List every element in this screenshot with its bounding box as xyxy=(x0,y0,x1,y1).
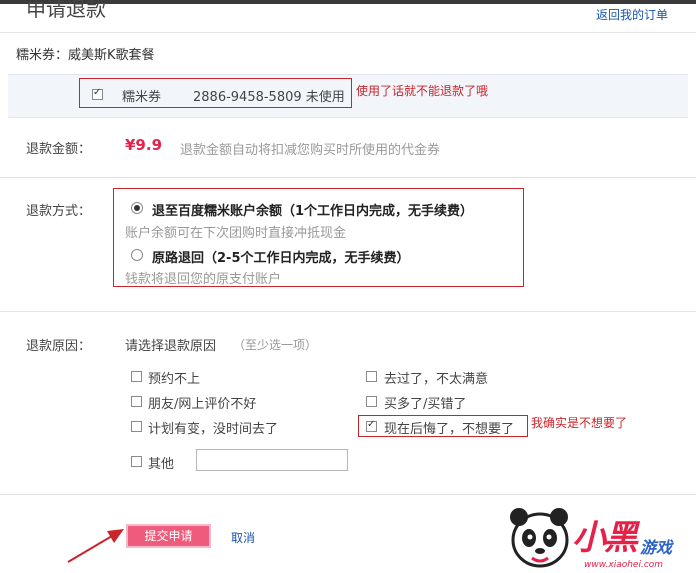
panda-logo-icon xyxy=(510,508,569,568)
reason-checkbox[interactable] xyxy=(131,421,142,432)
other-reason-input[interactable] xyxy=(196,449,348,471)
coupon-annotation: 使用了话就不能退款了哦 xyxy=(356,84,489,98)
watermark-brand: 小黑 xyxy=(572,518,638,558)
reason-label: 买多了/买错了 xyxy=(384,397,467,412)
reason-label: 预约不上 xyxy=(148,372,201,387)
reason-label: 现在后悔了，不想要了 xyxy=(384,422,515,437)
divider xyxy=(0,311,696,312)
divider xyxy=(0,494,696,495)
refund-amount-desc: 退款金额自动将扣减您购买时所使用的代金券 xyxy=(180,143,441,158)
watermark-url: www.xiaohei.com xyxy=(584,560,664,570)
refund-reason-prompt: 请选择退款原因 xyxy=(125,339,217,354)
refund-option-title: 退至百度糯米账户余额（1个工作日内完成，无手续费） xyxy=(152,204,474,219)
refund-original-radio[interactable] xyxy=(131,249,143,261)
reason-other-checkbox[interactable] xyxy=(131,456,142,467)
coupon-checkbox[interactable] xyxy=(92,87,103,100)
reason-checkbox[interactable] xyxy=(131,396,142,407)
reason-checkbox[interactable] xyxy=(366,419,377,432)
pointer-arrow-icon xyxy=(67,529,124,563)
watermark-sub: 游戏 xyxy=(640,538,673,557)
reason-label: 去过了，不太满意 xyxy=(384,372,489,387)
refund-reason-label: 退款原因： xyxy=(26,339,92,354)
refund-amount-value: ¥9.9 xyxy=(125,136,163,154)
page-title: 申请退款 xyxy=(26,0,106,21)
reason-label: 其他 xyxy=(148,457,175,472)
reason-label: 朋友/网上评价不好 xyxy=(148,397,257,412)
product-name: 糯米券：威美斯K歌套餐 xyxy=(16,48,155,63)
reason-checkbox[interactable] xyxy=(131,371,142,382)
refund-option-desc: 钱款将退回您的原支付账户 xyxy=(125,272,282,287)
refund-option-title: 原路退回（2-5个工作日内完成，无手续费） xyxy=(152,251,410,266)
back-to-orders-link[interactable]: 返回我的订单 xyxy=(596,6,668,23)
refund-amount-label: 退款金额： xyxy=(26,142,92,157)
cancel-link[interactable]: 取消 xyxy=(231,529,255,546)
refund-reason-hint: （至少选一项） xyxy=(233,338,318,352)
refund-method-label: 退款方式： xyxy=(26,204,92,219)
reason-annotation: 我确实是不想要了 xyxy=(531,416,628,430)
refund-option-desc: 账户余额可在下次团购时直接冲抵现金 xyxy=(125,226,347,241)
reason-checkbox[interactable] xyxy=(366,371,377,382)
coupon-label: 糯米券 xyxy=(122,90,162,105)
reason-label: 计划有变，没时间去了 xyxy=(148,422,279,437)
divider xyxy=(0,177,696,178)
divider xyxy=(0,32,696,33)
coupon-code: 2886-9458-5809 未使用 xyxy=(193,90,345,105)
submit-button[interactable]: 提交申请 xyxy=(126,524,211,548)
refund-to-balance-radio[interactable] xyxy=(131,202,143,214)
reason-checkbox[interactable] xyxy=(366,396,377,407)
